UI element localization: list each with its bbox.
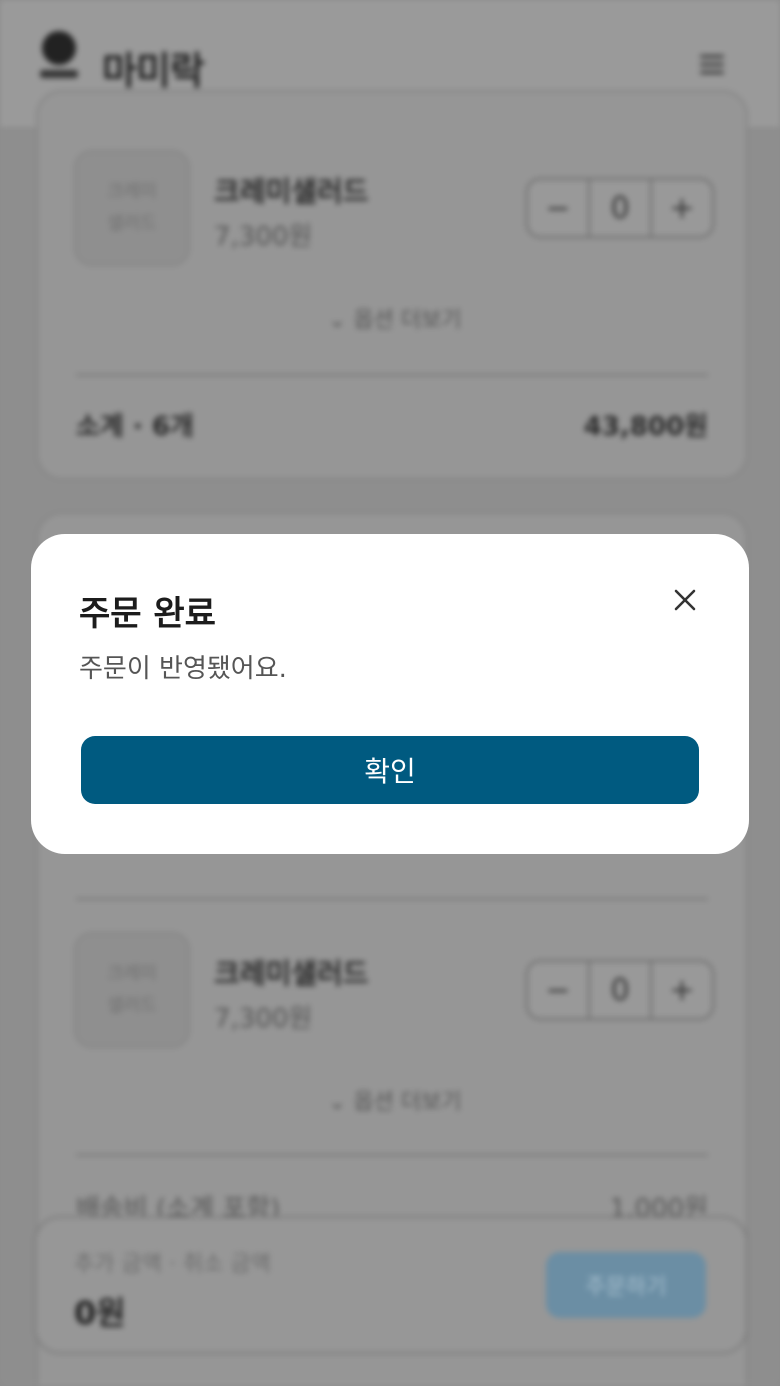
bottom-bar-amount: 0원 — [74, 1294, 126, 1332]
options-toggle[interactable]: ⌄ 옵션 더보기 — [328, 302, 462, 334]
item-thumbnail: 크레미 샐러드 — [74, 932, 190, 1048]
divider — [76, 1154, 708, 1156]
subtotal-value: 43,800원 — [583, 412, 708, 442]
item-name: 크레미샐러드 — [214, 957, 369, 990]
plus-button[interactable]: + — [650, 180, 712, 236]
quantity-stepper[interactable]: − 0 + — [526, 178, 714, 238]
item-price: 7,300원 — [214, 1004, 313, 1034]
dialog-message: 주문이 반영됐어요. — [79, 654, 287, 684]
dialog-title: 주문 완료 — [79, 594, 216, 634]
subtotal-label: 소계 · 6개 — [76, 412, 194, 442]
divider — [76, 898, 708, 900]
logo-icon — [40, 31, 78, 78]
quantity-value: 0 — [588, 180, 650, 236]
chevron-down-icon: ⌄ — [328, 1090, 347, 1115]
item-price: 7,300원 — [214, 222, 313, 252]
confirm-button[interactable]: 확인 — [81, 736, 699, 804]
bottom-bar-label: 추가 금액 · 취소 금액 — [74, 1252, 271, 1277]
order-complete-dialog: 주문 완료 주문이 반영됐어요. 확인 — [31, 534, 749, 854]
minus-button[interactable]: − — [528, 962, 588, 1018]
logo-text: 마미락 — [102, 49, 205, 93]
minus-button[interactable]: − — [528, 180, 588, 236]
hamburger-icon[interactable] — [700, 52, 724, 76]
plus-button[interactable]: + — [650, 962, 712, 1018]
chevron-down-icon: ⌄ — [328, 308, 347, 333]
order-button[interactable]: 주문하기 — [546, 1252, 706, 1318]
item-name: 크레미샐러드 — [214, 175, 369, 208]
divider — [76, 374, 708, 376]
item-thumbnail: 크레미 샐러드 — [74, 150, 190, 266]
bottom-order-bar: 추가 금액 · 취소 금액 0원 주문하기 — [34, 1216, 748, 1354]
close-icon[interactable] — [667, 582, 703, 618]
options-toggle[interactable]: ⌄ 옵션 더보기 — [328, 1084, 462, 1116]
order-card: 크레미 샐러드 크레미샐러드 7,300원 − 0 + ⌄ 옵션 더보기 소계 … — [36, 90, 748, 480]
quantity-stepper[interactable]: − 0 + — [526, 960, 714, 1020]
quantity-value: 0 — [588, 962, 650, 1018]
